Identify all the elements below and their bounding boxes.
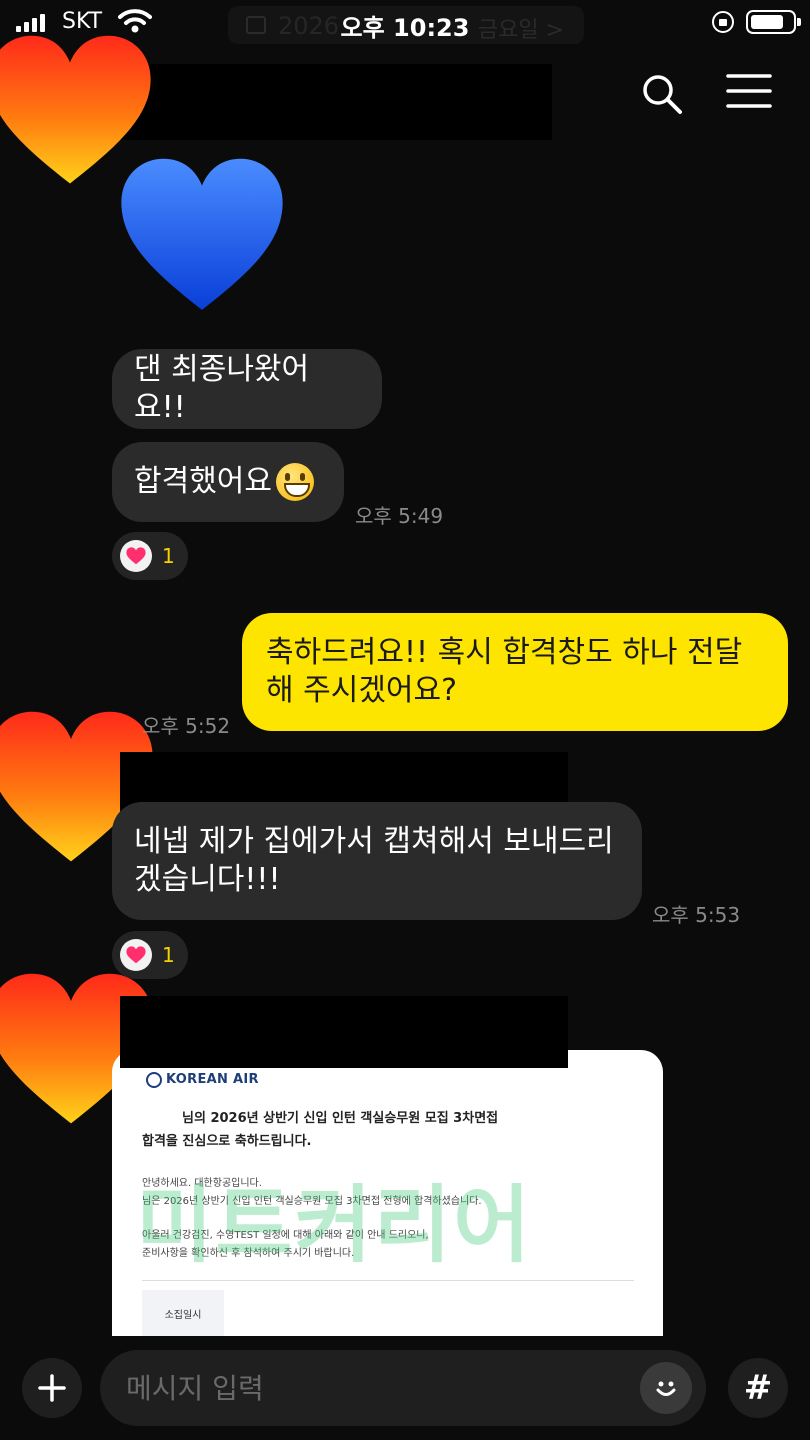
reaction-count: 1: [162, 943, 175, 967]
redacted-sender-name: [120, 996, 568, 1068]
letter-title-line2: 합격을 진심으로 축하드립니다.: [142, 1134, 312, 1149]
message-text: 합격했어요: [134, 464, 272, 499]
chat-bubble-received[interactable]: 합격했어요: [112, 442, 344, 522]
message-time: 오후 5:52: [142, 714, 231, 738]
airline-logo-icon: [146, 1072, 162, 1088]
reaction-count: 1: [162, 544, 175, 568]
message-text: 축하드려요!! 혹시 합격창도 하나 전달해 주시겠어요?: [266, 635, 743, 708]
heart-reaction-icon: [120, 540, 152, 572]
message-time: 오후 5:53: [652, 903, 741, 927]
blue-heart-emoji: [121, 158, 283, 310]
chat-bubble-received[interactable]: 댄 최종나왔어요!!: [112, 349, 382, 429]
attach-button[interactable]: [22, 1358, 82, 1418]
table-header-cell: 소집일시: [142, 1290, 224, 1336]
hashtag-icon: #: [743, 1368, 773, 1408]
menu-icon[interactable]: [726, 72, 772, 110]
search-icon[interactable]: [640, 72, 684, 116]
image-message[interactable]: KOREAN AIR 님의 2026년 상반기 신입 인턴 객실승무원 모집 3…: [112, 1050, 663, 1336]
redacted-chat-title: [120, 64, 552, 140]
message-input-container[interactable]: [100, 1350, 706, 1426]
hashtag-button[interactable]: #: [728, 1358, 788, 1418]
airline-logo-text: KOREAN AIR: [166, 1072, 259, 1087]
emoji-button[interactable]: [640, 1362, 692, 1414]
plus-icon: [38, 1374, 66, 1402]
divider: [142, 1280, 634, 1281]
watermark: 미트커리어: [136, 1176, 533, 1274]
message-text: 네넵 제가 집에가서 캡쳐해서 보내드리 겠습니다!!!: [134, 824, 614, 897]
battery-icon: [746, 10, 801, 34]
emoji-icon: [656, 1381, 676, 1396]
heart-reaction-icon: [120, 939, 152, 971]
message-time: 오후 5:49: [355, 504, 444, 528]
grinning-face-emoji: [276, 463, 314, 501]
chat-bubble-sent[interactable]: 축하드려요!! 혹시 합격창도 하나 전달해 주시겠어요?: [242, 613, 788, 731]
chat-bubble-received[interactable]: 네넵 제가 집에가서 캡쳐해서 보내드리 겠습니다!!!: [112, 802, 642, 920]
reaction-badge[interactable]: 1: [112, 931, 188, 979]
letter-title-line1: 님의 2026년 상반기 신입 인턴 객실승무원 모집 3차면접: [182, 1111, 499, 1126]
message-input[interactable]: [126, 1366, 626, 1410]
message-text: 댄 최종나왔어요!!: [134, 352, 310, 425]
reaction-badge[interactable]: 1: [112, 532, 188, 580]
rotation-lock-icon: [712, 11, 734, 33]
